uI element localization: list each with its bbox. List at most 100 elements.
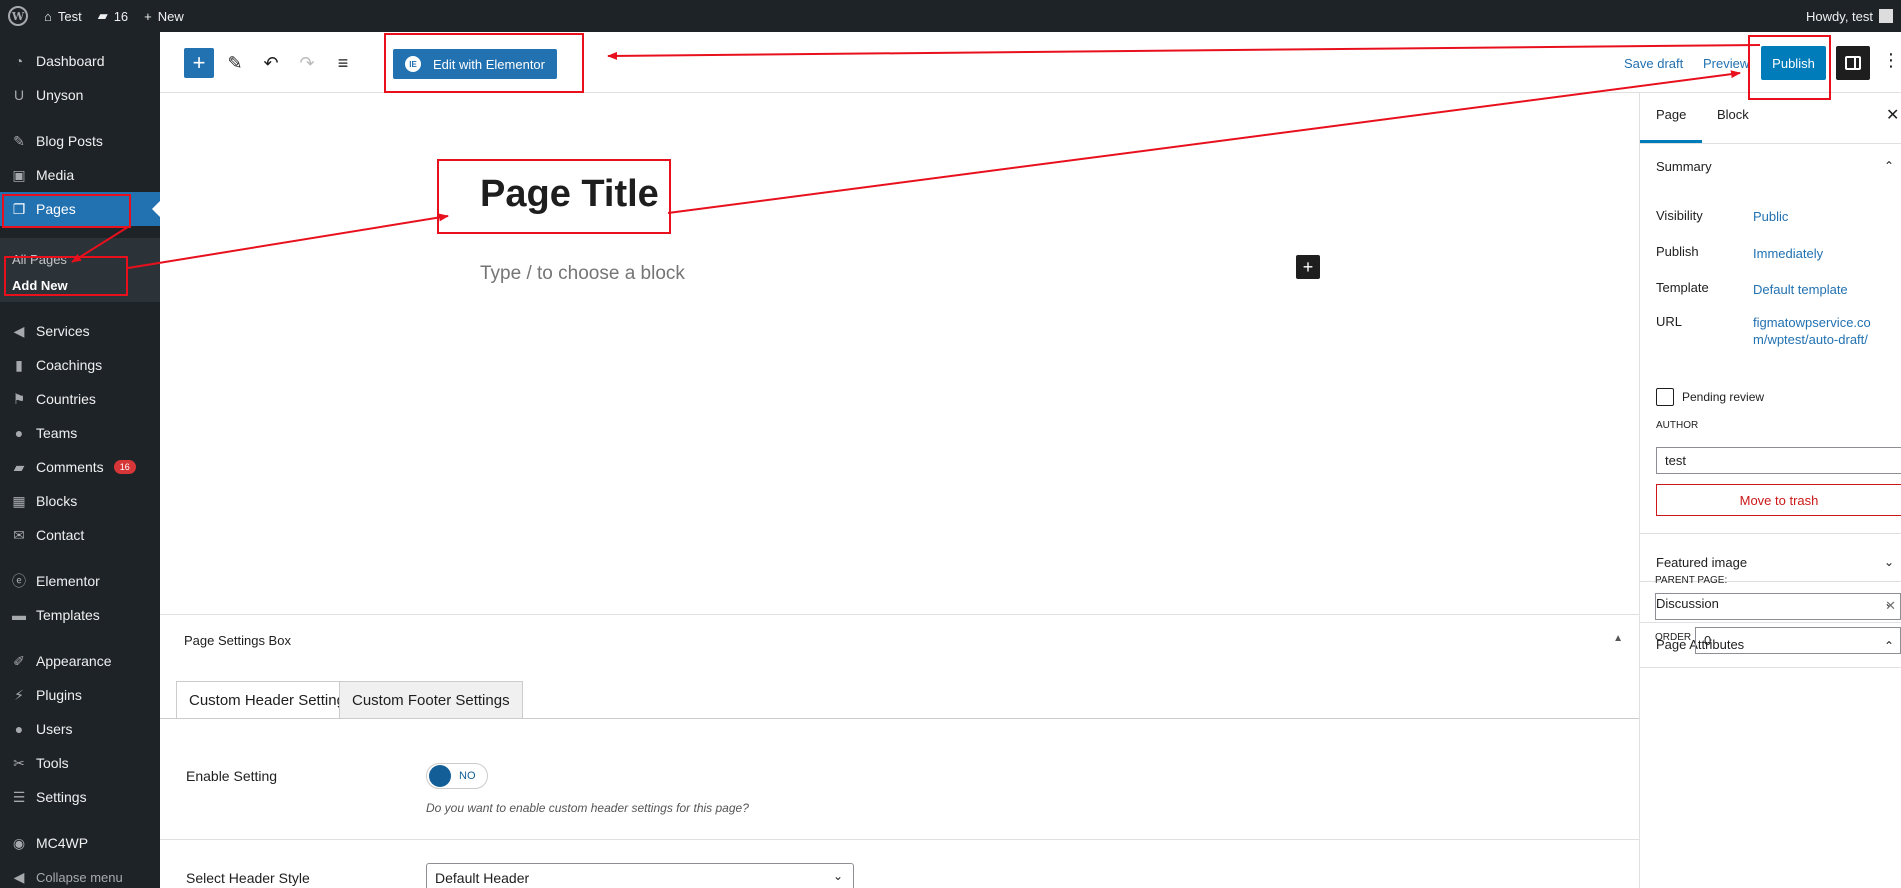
menu-media[interactable]: ▣ Media — [0, 158, 160, 192]
page-title-input[interactable]: Page Title — [480, 173, 659, 216]
menu-mc4wp[interactable]: ◉ MC4WP — [0, 826, 160, 860]
url-label: URL — [1656, 314, 1683, 329]
header-style-value: Default Header — [435, 870, 530, 886]
preview-button[interactable]: Preview — [1703, 56, 1749, 71]
menu-templates[interactable]: ▬ Templates — [0, 598, 160, 632]
publish-date-value[interactable]: Immediately — [1753, 245, 1823, 262]
menu-blocks[interactable]: ▦ Blocks — [0, 484, 160, 518]
tab-page[interactable]: Page — [1656, 107, 1686, 122]
inline-add-block-button[interactable]: + — [1296, 255, 1320, 279]
tab-custom-header-settings[interactable]: Custom Header Settings — [176, 681, 366, 719]
select-header-style-label: Select Header Style — [186, 870, 310, 886]
divider — [1640, 533, 1901, 534]
menu-label: Unyson — [36, 87, 84, 103]
chevron-down-icon[interactable]: ⌄ — [1884, 596, 1894, 610]
menu-countries[interactable]: ⚑ Countries — [0, 382, 160, 416]
summary-heading[interactable]: Summary — [1656, 159, 1712, 174]
tab-divider — [160, 718, 1639, 719]
wp-logo-menu[interactable]: W — [0, 0, 36, 32]
menu-label: Collapse menu — [36, 869, 123, 885]
plus-icon: + — [1302, 256, 1314, 277]
template-value[interactable]: Default template — [1753, 281, 1848, 298]
collapse-menu-button[interactable]: ◀ Collapse menu — [0, 860, 160, 888]
book-icon: ▮ — [15, 356, 23, 373]
edit-with-elementor-button[interactable]: IE Edit with Elementor — [393, 49, 557, 79]
comment-icon: ▰ — [13, 458, 25, 475]
menu-settings[interactable]: ☰ Settings — [0, 780, 160, 814]
more-vertical-icon: ⋮ — [1882, 50, 1900, 70]
enable-setting-description: Do you want to enable custom header sett… — [426, 801, 749, 815]
move-to-trash-button[interactable]: Move to trash — [1656, 484, 1901, 516]
menu-contact[interactable]: ✉ Contact — [0, 518, 160, 552]
pages-icon: ❐ — [12, 200, 26, 217]
menu-tools[interactable]: ✂ Tools — [0, 746, 160, 780]
chevron-down-icon: ⌄ — [832, 869, 843, 883]
submenu-add-new[interactable]: Add New — [12, 278, 68, 293]
brush-icon: ✐ — [13, 652, 25, 669]
template-label: Template — [1656, 280, 1709, 295]
close-panel-button[interactable]: ✕ — [1886, 105, 1899, 125]
menu-users[interactable]: ● Users — [0, 712, 160, 746]
avatar — [1879, 9, 1893, 23]
page-attributes-heading[interactable]: Page Attributes — [1656, 637, 1744, 652]
menu-services[interactable]: ◀ Services — [0, 314, 160, 348]
menu-label: Plugins — [36, 687, 82, 703]
divider — [1640, 622, 1901, 623]
menu-dashboard[interactable]: ◔ Dashboard — [0, 44, 160, 78]
enable-setting-label: Enable Setting — [186, 768, 278, 784]
visibility-value[interactable]: Public — [1753, 208, 1788, 225]
block-appender[interactable]: Type / to choose a block — [480, 263, 685, 285]
block-inserter-button[interactable]: + — [184, 48, 214, 78]
undo-button[interactable]: ↶ — [256, 48, 286, 78]
submenu-all-pages[interactable]: All Pages — [12, 252, 67, 267]
sidebar-panel-icon — [1845, 56, 1861, 70]
new-content-link[interactable]: + New — [136, 0, 192, 32]
my-account[interactable]: Howdy, test — [1806, 9, 1901, 24]
featured-image-heading[interactable]: Featured image — [1656, 555, 1747, 570]
menu-pages[interactable]: ❐ Pages — [0, 192, 160, 226]
mail-icon: ✉ — [13, 526, 25, 543]
redo-button[interactable]: ↷ — [292, 48, 322, 78]
save-draft-button[interactable]: Save draft — [1624, 56, 1683, 71]
triangle-up-icon: ▲ — [1613, 633, 1623, 644]
header-style-select[interactable]: Default Header ⌄ — [426, 863, 854, 888]
chevron-down-icon[interactable]: ⌄ — [1884, 555, 1894, 569]
metabox-collapse-button[interactable]: ▲ — [1613, 633, 1623, 644]
url-value-line-1[interactable]: figmatowpservice.co — [1753, 314, 1871, 331]
options-menu-button[interactable]: ⋮ — [1882, 50, 1900, 71]
enable-setting-toggle[interactable]: NO — [426, 763, 488, 789]
discussion-heading[interactable]: Discussion — [1656, 596, 1719, 611]
author-select[interactable]: test — [1656, 447, 1901, 474]
admin-sidebar: ◔ Dashboard U Unyson ✎ Blog Posts ▣ Media ❐ P… — [0, 32, 160, 888]
menu-plugins[interactable]: ⚡ Plugins — [0, 678, 160, 712]
blocks-icon: ▦ — [12, 492, 26, 509]
chevron-up-icon[interactable]: ⌃ — [1884, 159, 1894, 173]
settings-toggle-button[interactable] — [1836, 46, 1870, 80]
chevron-up-icon[interactable]: ⌃ — [1884, 639, 1894, 653]
wrench-icon: ✂ — [13, 754, 25, 771]
site-name-link[interactable]: ⌂ Test — [36, 0, 90, 32]
edit-with-elementor-label: Edit with Elementor — [433, 56, 545, 72]
document-overview-button[interactable]: ≡ — [328, 48, 358, 78]
tab-block[interactable]: Block — [1717, 107, 1749, 122]
toggle-state: NO — [459, 770, 476, 782]
comments-link[interactable]: ▰ 16 — [90, 0, 136, 32]
menu-label: Blocks — [36, 493, 78, 509]
elementor-icon: ⓔ — [12, 573, 26, 589]
menu-blog-posts[interactable]: ✎ Blog Posts — [0, 124, 160, 158]
tab-custom-footer-settings[interactable]: Custom Footer Settings — [339, 681, 523, 719]
url-value-line-2[interactable]: m/wptest/auto-draft/ — [1753, 331, 1868, 348]
pencil-icon: ✎ — [227, 52, 243, 73]
menu-unyson[interactable]: U Unyson — [0, 78, 160, 112]
menu-elementor[interactable]: ⓔ Elementor — [0, 564, 160, 598]
pending-review-checkbox[interactable] — [1656, 388, 1674, 406]
menu-comments[interactable]: ▰ Comments 16 — [0, 450, 160, 484]
publish-button[interactable]: Publish — [1761, 46, 1826, 80]
tools-button[interactable]: ✎ — [220, 48, 250, 78]
collapse-icon: ◀ — [13, 868, 25, 885]
divider — [160, 839, 1639, 840]
menu-teams[interactable]: ● Teams — [0, 416, 160, 450]
menu-coachings[interactable]: ▮ Coachings — [0, 348, 160, 382]
menu-appearance[interactable]: ✐ Appearance — [0, 644, 160, 678]
editor-toolbar: + ✎ ↶ ↷ ≡ IE Edit with Elementor Save dr… — [160, 32, 1901, 93]
